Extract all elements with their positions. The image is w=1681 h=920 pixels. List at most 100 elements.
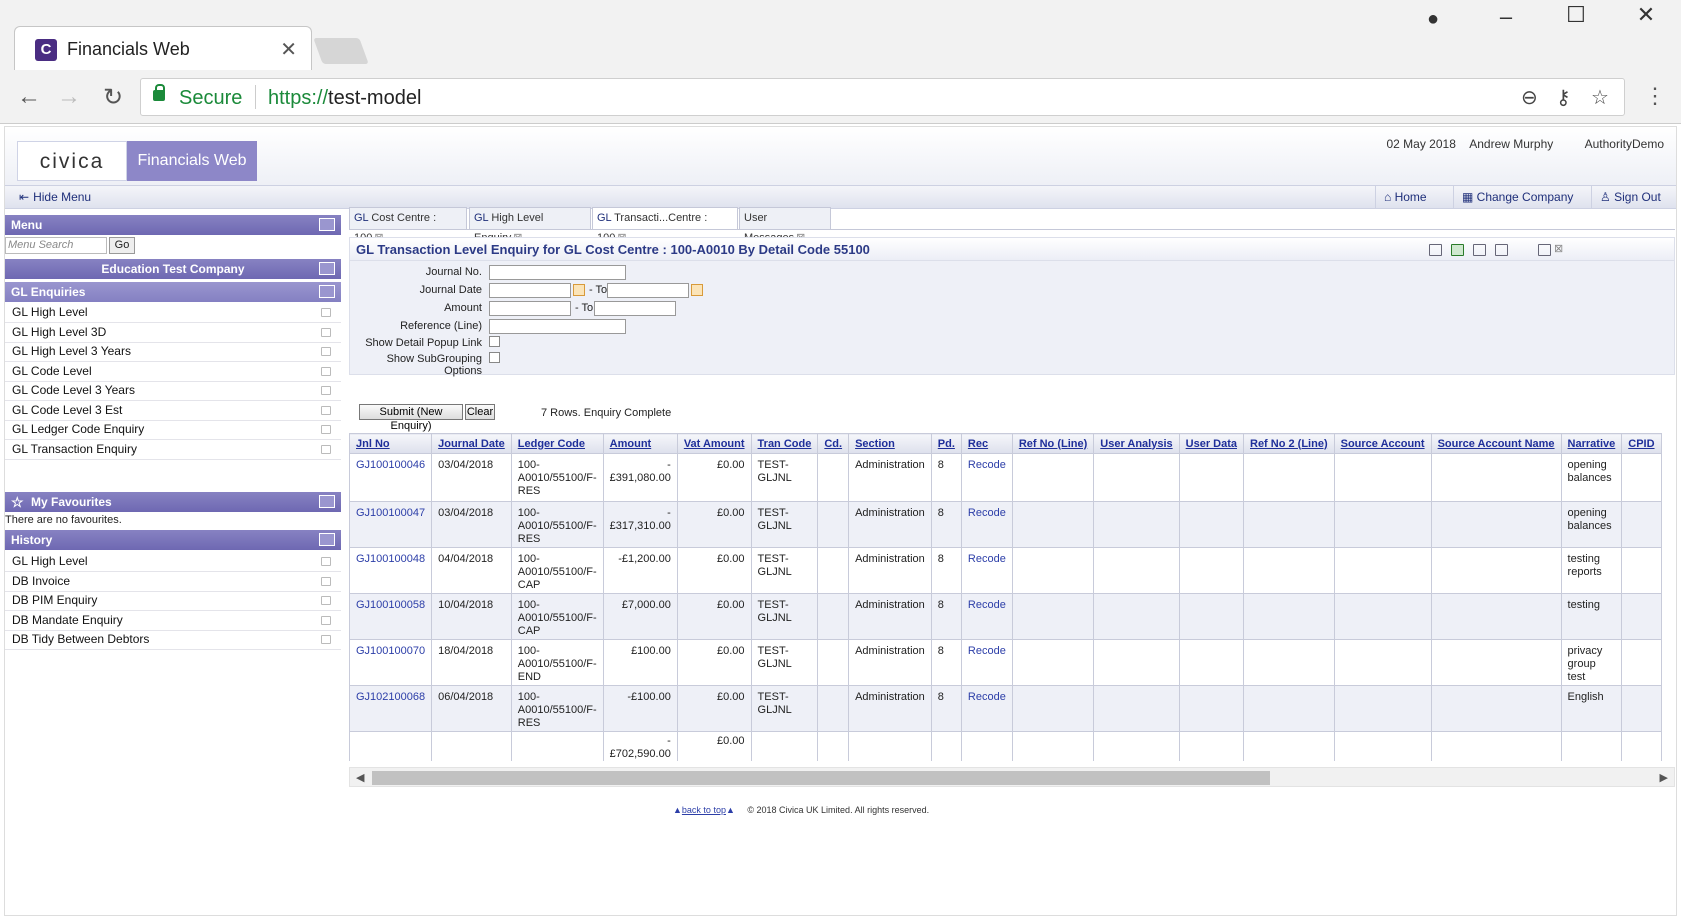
column-header[interactable]: Tran Code: [750, 433, 819, 454]
company-icon[interactable]: [319, 262, 335, 275]
print-icon[interactable]: [1429, 244, 1442, 256]
external-link-icon[interactable]: [321, 367, 331, 376]
tab-user-messages[interactable]: User Messages⊠: [739, 207, 831, 244]
zoom-out-icon[interactable]: ⊖: [1521, 85, 1538, 110]
amount-from-input[interactable]: [489, 301, 571, 316]
journal-date-to-input[interactable]: [607, 283, 689, 298]
history-item[interactable]: DB PIM Enquiry: [5, 591, 341, 611]
tab-high-level-enquiry[interactable]: GL High Level Enquiry⊠: [469, 207, 591, 244]
maximize-icon[interactable]: ☐: [1556, 2, 1596, 28]
recode-link[interactable]: Recode: [960, 593, 1013, 640]
hide-menu-button[interactable]: ⇤ Hide Menu: [19, 190, 91, 204]
close-tab-icon[interactable]: ✕: [280, 37, 297, 62]
journal-link[interactable]: GJ100100047: [349, 501, 433, 548]
external-link-icon[interactable]: [321, 425, 331, 434]
gl-enquiries-header[interactable]: GL Enquiries: [5, 282, 341, 302]
menu-search-input[interactable]: Menu Search: [5, 237, 107, 254]
external-link-icon[interactable]: [321, 577, 331, 586]
sidebar-item-gl-code-level[interactable]: GL Code Level: [5, 362, 341, 382]
external-link-icon[interactable]: [321, 557, 331, 566]
menu-go-button[interactable]: Go: [109, 237, 135, 254]
star-icon[interactable]: ☆: [1591, 85, 1609, 110]
column-header[interactable]: Pd.: [930, 433, 962, 454]
journal-no-input[interactable]: [489, 265, 626, 280]
show-subgrouping-checkbox[interactable]: [489, 352, 500, 363]
recode-link[interactable]: Recode: [960, 547, 1013, 594]
column-header[interactable]: Ref No (Line): [1011, 433, 1095, 454]
external-link-icon[interactable]: [321, 347, 331, 356]
back-icon[interactable]: ←: [14, 83, 44, 111]
external-link-icon[interactable]: [321, 445, 331, 454]
excel-export-icon[interactable]: [1451, 244, 1464, 256]
key-icon[interactable]: ⚷: [1556, 85, 1571, 110]
external-link-icon[interactable]: [321, 328, 331, 337]
history-item[interactable]: DB Tidy Between Debtors: [5, 630, 341, 650]
column-header[interactable]: Ledger Code: [510, 433, 604, 454]
scrollbar-thumb[interactable]: [372, 771, 1270, 785]
sidebar-item-gl-high-level-3-years[interactable]: GL High Level 3 Years: [5, 342, 341, 362]
sidebar-item-gl-code-level-3-years[interactable]: GL Code Level 3 Years: [5, 381, 341, 401]
calendar-icon[interactable]: [573, 284, 585, 296]
recode-link[interactable]: Recode: [960, 685, 1013, 732]
horizontal-scrollbar[interactable]: ◀ ▶: [349, 767, 1675, 787]
column-header[interactable]: Cd.: [817, 433, 850, 454]
show-detail-checkbox[interactable]: [489, 336, 500, 347]
column-header[interactable]: Journal Date: [431, 433, 512, 454]
scroll-left-icon[interactable]: ◀: [356, 771, 364, 784]
favourites-collapse-icon[interactable]: [319, 495, 335, 508]
window-icon[interactable]: [1538, 244, 1551, 256]
back-to-top-link[interactable]: back to top: [682, 805, 726, 815]
column-header[interactable]: Narrative: [1560, 433, 1623, 454]
journal-date-from-input[interactable]: [489, 283, 571, 298]
clear-button[interactable]: Clear: [465, 404, 495, 420]
external-link-icon[interactable]: [321, 596, 331, 605]
folder-icon[interactable]: [319, 285, 335, 298]
history-collapse-icon[interactable]: [319, 533, 335, 546]
scroll-right-icon[interactable]: ▶: [1660, 771, 1668, 784]
journal-link[interactable]: GJ100100048: [349, 547, 433, 594]
filter-icon[interactable]: [1495, 244, 1508, 256]
forward-icon[interactable]: →: [54, 83, 84, 111]
minimize-icon[interactable]: –: [1486, 4, 1526, 30]
recode-link[interactable]: Recode: [960, 501, 1013, 548]
sidebar-item-gl-ledger-code-enquiry[interactable]: GL Ledger Code Enquiry: [5, 420, 341, 440]
browser-tab[interactable]: C Financials Web ✕: [14, 26, 312, 70]
history-item[interactable]: DB Mandate Enquiry: [5, 611, 341, 631]
address-bar[interactable]: Secure https://test-model ⊖ ⚷ ☆: [140, 78, 1625, 116]
url-text[interactable]: https://test-model: [268, 87, 421, 110]
column-header[interactable]: Section: [848, 433, 932, 454]
close-window-icon[interactable]: ✕: [1626, 2, 1666, 28]
column-header[interactable]: Amount: [602, 433, 678, 454]
sidebar-item-gl-high-level-3d[interactable]: GL High Level 3D: [5, 323, 341, 343]
close-panel-icon[interactable]: ⊠: [1554, 242, 1563, 255]
history-item[interactable]: DB Invoice: [5, 572, 341, 592]
reference-input[interactable]: [489, 319, 626, 334]
columns-icon[interactable]: [1473, 244, 1486, 256]
more-menu-icon[interactable]: ⋮: [1640, 83, 1670, 109]
reload-icon[interactable]: ↻: [98, 83, 128, 112]
calendar-icon[interactable]: [691, 284, 703, 296]
external-link-icon[interactable]: [321, 406, 331, 415]
amount-to-input[interactable]: [594, 301, 676, 316]
external-link-icon[interactable]: [321, 308, 331, 317]
recode-link[interactable]: Recode: [960, 639, 1013, 686]
column-header[interactable]: Jnl No: [349, 433, 433, 454]
tab-transaction-enquiry[interactable]: GL Transacti...Centre : 100⊠: [592, 207, 738, 244]
column-header[interactable]: Vat Amount: [676, 433, 752, 454]
recode-link[interactable]: Recode: [960, 453, 1013, 502]
external-link-icon[interactable]: [321, 386, 331, 395]
column-header[interactable]: User Analysis: [1093, 433, 1180, 454]
new-tab-button[interactable]: [313, 38, 369, 64]
column-header[interactable]: CPID: [1621, 433, 1663, 454]
column-header[interactable]: Source Account: [1333, 433, 1432, 454]
column-header[interactable]: Source Account Name: [1430, 433, 1562, 454]
column-header[interactable]: Rec: [960, 433, 1013, 454]
journal-link[interactable]: GJ102100068: [349, 685, 433, 732]
journal-link[interactable]: GJ100100070: [349, 639, 433, 686]
sidebar-item-gl-code-level-3-est[interactable]: GL Code Level 3 Est: [5, 401, 341, 421]
sidebar-item-gl-transaction-enquiry[interactable]: GL Transaction Enquiry: [5, 440, 341, 460]
profile-icon[interactable]: ●: [1413, 8, 1453, 31]
journal-link[interactable]: GJ100100046: [349, 453, 433, 502]
column-header[interactable]: Ref No 2 (Line): [1243, 433, 1335, 454]
journal-link[interactable]: GJ100100058: [349, 593, 433, 640]
